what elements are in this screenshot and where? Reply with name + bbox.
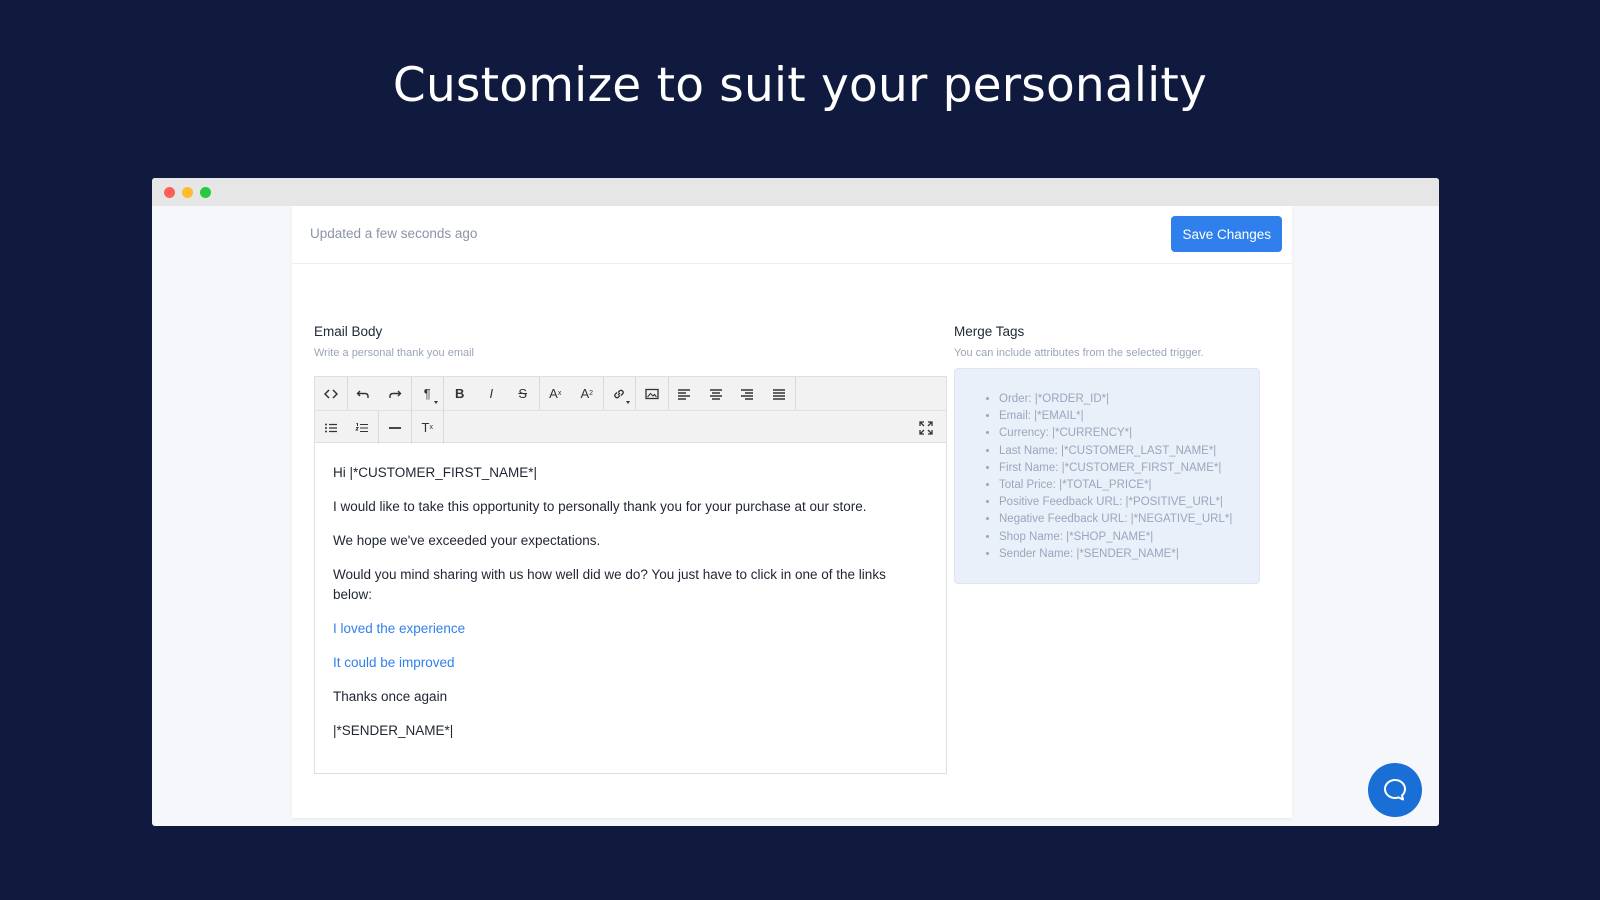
merge-tag-item: First Name: |*CUSTOMER_FIRST_NAME*| xyxy=(999,460,1259,477)
italic-icon[interactable]: I xyxy=(476,377,508,410)
bullet-list-icon[interactable] xyxy=(315,411,347,444)
clear-formatting-icon[interactable]: Tx xyxy=(412,411,444,444)
negative-feedback-link[interactable]: It could be improved xyxy=(333,655,455,670)
email-body-subtitle: Write a personal thank you email xyxy=(314,347,474,359)
merge-tag-item: Sender Name: |*SENDER_NAME*| xyxy=(999,546,1259,563)
merge-tags-box: Order: |*ORDER_ID*| Email: |*EMAIL*| Cur… xyxy=(954,368,1260,584)
page-headline: Customize to suit your personality xyxy=(392,58,1208,113)
merge-tag-item: Currency: |*CURRENCY*| xyxy=(999,425,1259,442)
superscript-mark: x xyxy=(557,390,562,397)
numbered-list-icon[interactable] xyxy=(347,411,379,444)
merge-tag-item: Total Price: |*TOTAL_PRICE*| xyxy=(999,477,1259,494)
merge-tag-item: Shop Name: |*SHOP_NAME*| xyxy=(999,529,1259,546)
merge-tag-item: Negative Feedback URL: |*NEGATIVE_URL*| xyxy=(999,511,1259,528)
code-view-icon[interactable] xyxy=(315,377,347,410)
editor-content[interactable]: Hi |*CUSTOMER_FIRST_NAME*| I would like … xyxy=(315,443,946,775)
clear-glyph: T xyxy=(421,420,430,435)
superscript-glyph: A xyxy=(549,386,558,401)
strikethrough-icon[interactable]: S xyxy=(507,377,539,410)
positive-feedback-link[interactable]: I loved the experience xyxy=(333,621,465,636)
italic-glyph: I xyxy=(489,386,494,401)
horizontal-rule-icon[interactable] xyxy=(379,411,411,444)
chat-launcher-button[interactable] xyxy=(1368,763,1422,817)
minimize-window-dot[interactable] xyxy=(182,187,193,198)
align-justify-icon[interactable] xyxy=(763,377,795,410)
align-left-icon[interactable] xyxy=(669,377,701,410)
undo-icon[interactable] xyxy=(348,377,380,410)
email-settings-panel: Updated a few seconds ago Save Changes E… xyxy=(292,206,1292,818)
merge-tag-item: Positive Feedback URL: |*POSITIVE_URL*| xyxy=(999,494,1259,511)
merge-tag-item: Email: |*EMAIL*| xyxy=(999,408,1259,425)
redo-icon[interactable] xyxy=(379,377,411,410)
align-right-icon[interactable] xyxy=(732,377,764,410)
email-line-2: We hope we've exceeded your expectations… xyxy=(333,533,601,548)
insert-link-icon[interactable] xyxy=(604,377,636,410)
updated-status: Updated a few seconds ago xyxy=(310,226,478,241)
merge-tags-title: Merge Tags xyxy=(954,324,1025,339)
email-signature: |*SENDER_NAME*| xyxy=(333,722,454,738)
email-greeting: Hi |*CUSTOMER_FIRST_NAME*| xyxy=(333,465,538,480)
email-line-3: Would you mind sharing with us how well … xyxy=(333,567,886,602)
insert-image-icon[interactable] xyxy=(636,377,668,410)
align-center-icon[interactable] xyxy=(700,377,732,410)
browser-window: Updated a few seconds ago Save Changes E… xyxy=(152,178,1439,826)
strike-glyph: S xyxy=(518,386,528,401)
merge-tags-list: Order: |*ORDER_ID*| Email: |*EMAIL*| Cur… xyxy=(983,391,1259,563)
merge-tag-item: Order: |*ORDER_ID*| xyxy=(999,391,1259,408)
bold-glyph: B xyxy=(455,386,465,401)
merge-tag-item: Last Name: |*CUSTOMER_LAST_NAME*| xyxy=(999,443,1259,460)
bold-icon[interactable]: B xyxy=(444,377,476,410)
email-thanks: Thanks once again xyxy=(333,688,448,704)
rich-text-editor: ¶ B I S Ax A2 T x Hi |*CUSTOMER_FIRST_NA… xyxy=(314,376,947,774)
email-body-title: Email Body xyxy=(314,324,383,339)
merge-tags-subtitle: You can include attributes from the sele… xyxy=(954,347,1204,359)
email-line-1: I would like to take this opportunity to… xyxy=(333,499,867,514)
editor-toolbar: ¶ B I S Ax A2 T x xyxy=(315,377,946,444)
panel-header: Updated a few seconds ago Save Changes xyxy=(292,206,1292,264)
fullscreen-icon[interactable] xyxy=(911,411,943,444)
paragraph-format-icon[interactable]: ¶ xyxy=(412,377,444,410)
subscript-glyph: A xyxy=(580,386,590,401)
subscript-icon[interactable]: A2 xyxy=(571,377,603,410)
save-changes-button[interactable]: Save Changes xyxy=(1171,216,1282,252)
clear-mark: x xyxy=(429,424,433,431)
chat-bubble-icon xyxy=(1384,779,1406,801)
close-window-dot[interactable] xyxy=(164,187,175,198)
maximize-window-dot[interactable] xyxy=(200,187,211,198)
superscript-icon[interactable]: Ax xyxy=(540,377,572,410)
subscript-mark: 2 xyxy=(589,390,594,397)
paragraph-glyph: ¶ xyxy=(423,386,431,401)
window-titlebar xyxy=(152,178,1439,206)
